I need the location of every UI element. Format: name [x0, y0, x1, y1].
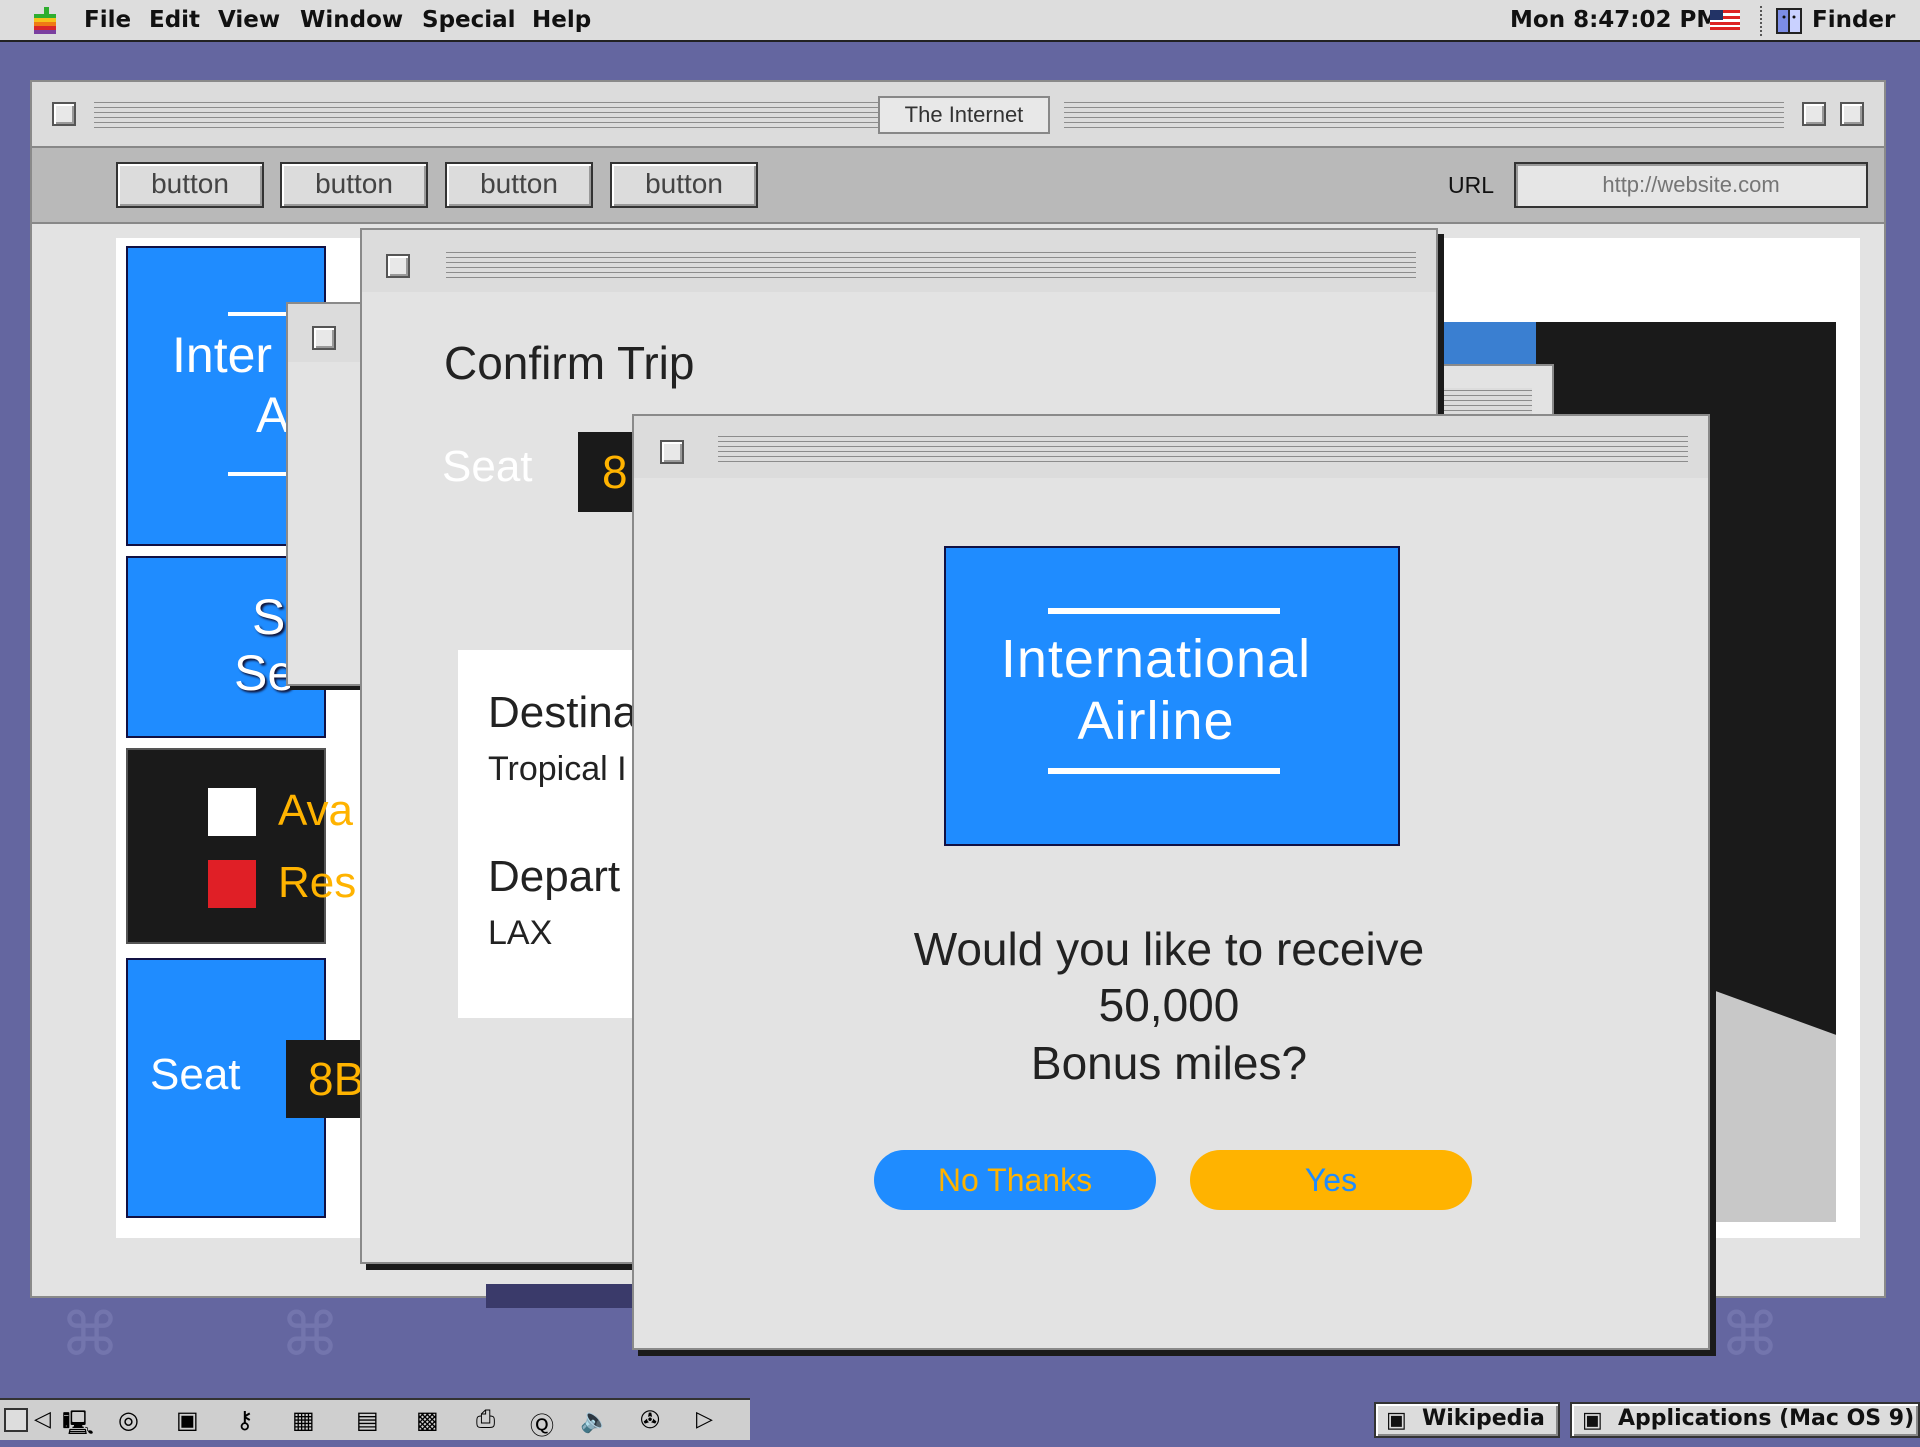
toolbar-button-2[interactable]: button [280, 162, 428, 208]
bonus-miles-dialog: International Airline Would you like to … [632, 414, 1710, 1350]
legend-available-label: Ava [278, 786, 354, 835]
toolbar-button-4[interactable]: button [610, 162, 758, 208]
menu-app-name[interactable]: Finder [1812, 7, 1895, 33]
menu-clock[interactable]: Mon 8:47:02 PM [1510, 7, 1719, 33]
seat-tile: Seat 8B [126, 958, 366, 1218]
window-title: The Internet [878, 96, 1050, 134]
departure-label: Depart [488, 852, 621, 901]
logo-rule-bottom [1048, 768, 1280, 774]
seat-value: 8B [286, 1040, 366, 1118]
finder-icon[interactable] [1776, 8, 1802, 34]
logo-text-partial-2: A [256, 387, 290, 443]
close-box[interactable] [660, 440, 684, 464]
resolution-icon[interactable]: ▩ [416, 1406, 439, 1435]
menu-separator [1760, 6, 1764, 36]
url-label: URL [1448, 172, 1495, 198]
select-text-partial-1: S [252, 589, 286, 645]
title-stripes [94, 100, 894, 130]
desktop-pattern: ⌘ [280, 1300, 340, 1370]
location-icon[interactable]: ▦ [292, 1406, 315, 1435]
title-stripes [1064, 100, 1784, 130]
control-strip-tab-icon[interactable] [4, 1408, 28, 1432]
collapse-box[interactable] [1840, 102, 1864, 126]
airline-logo: International Airline [944, 546, 1400, 846]
menu-window[interactable]: Window [300, 7, 403, 33]
close-box[interactable] [312, 326, 336, 350]
browser-toolbar: button button button button URL [32, 146, 1884, 224]
logo-text-partial: Inter [172, 327, 273, 383]
quicktime-icon[interactable]: Ⓠ [530, 1406, 554, 1441]
printer-icon[interactable]: ⎙ [476, 1406, 495, 1434]
close-box[interactable] [386, 254, 410, 278]
seat-legend: Ava Res [126, 748, 356, 944]
file-sharing-icon[interactable]: ▣ [176, 1406, 199, 1435]
yes-button[interactable]: Yes [1190, 1150, 1472, 1210]
apple-menu-icon[interactable] [32, 6, 58, 36]
legend-available-swatch [208, 788, 256, 836]
menu-help[interactable]: Help [532, 7, 591, 33]
title-stripes [718, 434, 1688, 464]
seat-label: Seat [150, 1050, 241, 1099]
us-flag-icon[interactable] [1710, 10, 1740, 30]
task-wikipedia-label: Wikipedia [1422, 1406, 1545, 1431]
question-line-1: Would you like to receive [913, 923, 1425, 975]
dialog-title-bar[interactable] [634, 416, 1708, 478]
question-line-3: Bonus miles? [1030, 1037, 1308, 1089]
departure-value: LAX [488, 914, 553, 952]
keychain-icon[interactable]: ⚷ [236, 1406, 254, 1435]
toolbar-button-1[interactable]: button [116, 162, 264, 208]
title-stripes [446, 250, 1416, 280]
zoom-box[interactable] [1802, 102, 1826, 126]
logo-rule-top [1048, 608, 1280, 614]
logo-line-2: Airline [1077, 691, 1235, 751]
close-box[interactable] [52, 102, 76, 126]
confirm-seat-label: Seat [442, 442, 533, 491]
browser-title-bar[interactable]: The Internet [32, 82, 1884, 146]
task-wikipedia[interactable]: ▣ Wikipedia [1374, 1402, 1560, 1438]
logo-line-1: International [1000, 629, 1312, 689]
desktop-pattern: ⌘ [60, 1300, 120, 1370]
url-input[interactable] [1514, 162, 1868, 208]
confirm-trip-title: Confirm Trip [444, 337, 695, 389]
menu-special[interactable]: Special [422, 7, 516, 33]
destination-value: Tropical I [488, 750, 627, 788]
monitor-colors-icon[interactable]: ▤ [356, 1406, 379, 1435]
menu-edit[interactable]: Edit [149, 7, 200, 33]
menu-view[interactable]: View [218, 7, 280, 33]
menu-file[interactable]: File [84, 7, 131, 33]
toolbar-button-3[interactable]: button [445, 162, 593, 208]
sound-icon[interactable]: 🔈 [580, 1406, 610, 1435]
task-applications[interactable]: ▣ Applications (Mac OS 9) [1570, 1402, 1920, 1438]
desktop-pattern: ⌘ [1720, 1300, 1780, 1370]
trip-details-card: Destina Tropical I Depart LAX [458, 650, 658, 1018]
scroll-left-icon[interactable]: ◁ [34, 1406, 51, 1432]
legend-reserved-swatch [208, 860, 256, 908]
cd-icon[interactable]: ◎ [118, 1406, 139, 1435]
speech-icon[interactable]: ✇ [640, 1406, 660, 1435]
destination-label: Destina [488, 688, 638, 737]
task-wikipedia-icon: ▣ [1386, 1408, 1407, 1433]
confirm-title-bar[interactable] [362, 230, 1436, 292]
legend-reserved-label: Res [278, 858, 357, 907]
no-thanks-button[interactable]: No Thanks [874, 1150, 1156, 1210]
control-strip: ◁ 🖳 ◎ ▣ ⚷ ▦ ▤ ▩ ⎙ Ⓠ 🔈 ✇ ▷ [0, 1398, 750, 1440]
task-applications-label: Applications (Mac OS 9) [1618, 1406, 1915, 1431]
scroll-right-icon[interactable]: ▷ [696, 1406, 713, 1432]
menu-bar: File Edit View Window Special Help Mon 8… [0, 0, 1920, 42]
question-line-2: 50,000 [1098, 979, 1240, 1031]
monitor-icon[interactable]: 🖳 [62, 1406, 94, 1447]
task-applications-icon: ▣ [1582, 1408, 1603, 1433]
